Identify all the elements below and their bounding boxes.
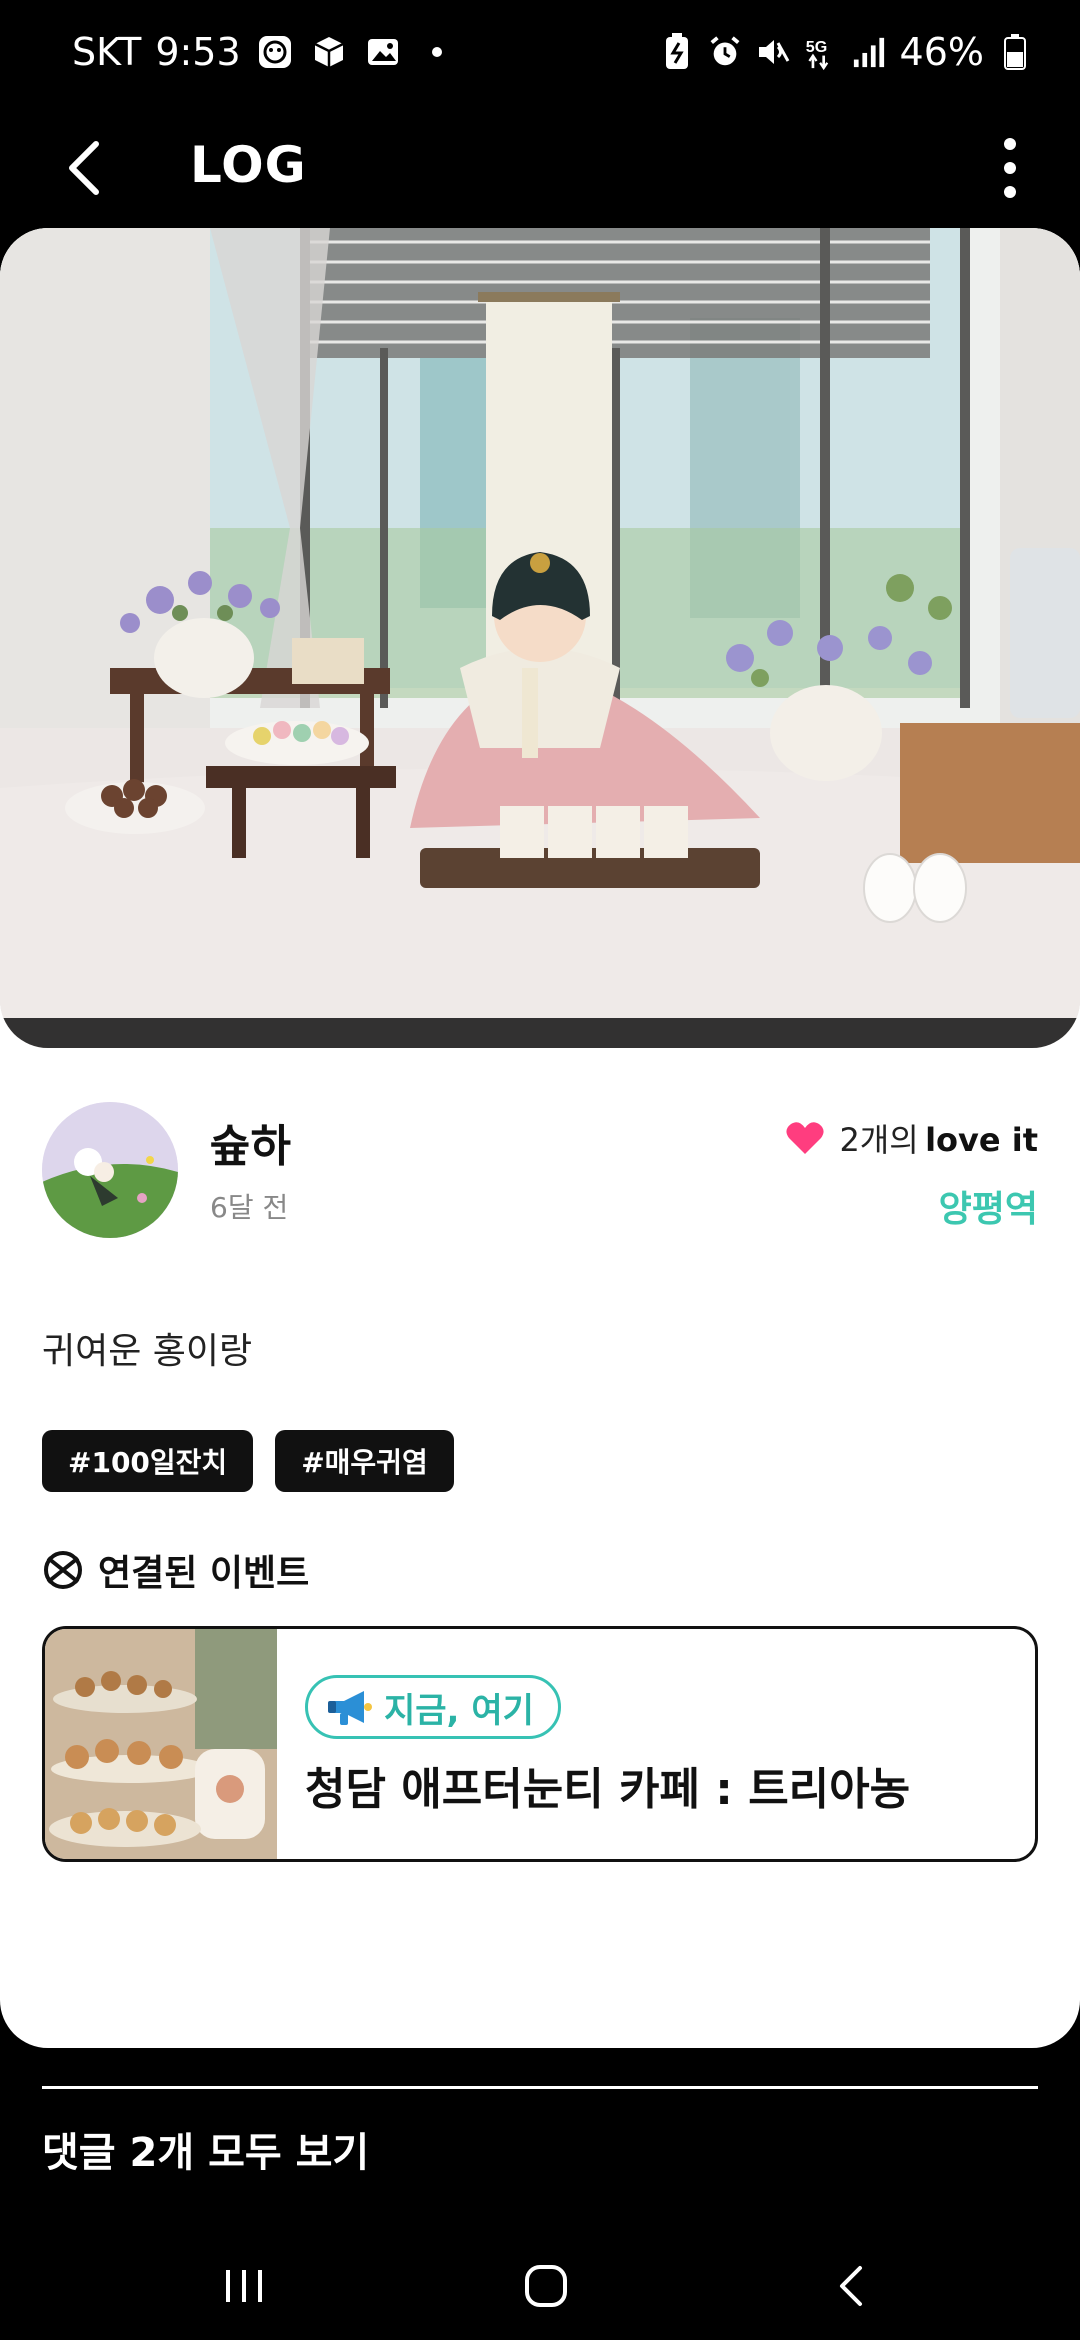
app-bar: LOG — [0, 108, 1080, 228]
carrier-label: SKT — [72, 30, 142, 74]
love-count: 2개의 — [839, 1121, 919, 1159]
love-it-button[interactable]: 2개의 love it — [785, 1110, 1038, 1166]
battery-saver-icon — [660, 32, 694, 72]
alarm-icon — [708, 32, 742, 72]
location-link[interactable]: 양평역 — [939, 1180, 1038, 1232]
recent-apps-icon — [226, 2270, 262, 2302]
linked-events-label: 연결된 이벤트 — [98, 1553, 310, 1594]
battery-percent: 46% — [899, 30, 984, 74]
heart-icon — [786, 1122, 825, 1154]
love-label: love it — [925, 1121, 1038, 1159]
mute-icon — [756, 32, 790, 72]
event-title: 청담 애프터눈티 카페 : 트리아농 — [305, 1764, 911, 1815]
sticker-icon — [255, 32, 295, 72]
event-badge: 지금, 여기 — [305, 1675, 561, 1739]
signal-icon — [852, 32, 886, 72]
avatar[interactable] — [42, 1102, 178, 1238]
chevron-left-icon — [69, 141, 99, 195]
home-icon — [525, 2265, 567, 2307]
tag-100day-party[interactable]: #100일잔치 — [42, 1430, 254, 1492]
event-body: 지금, 여기 청담 애프터눈티 카페 : 트리아농 — [277, 1629, 1035, 1859]
linked-event-card[interactable]: 지금, 여기 청담 애프터눈티 카페 : 트리아농 — [42, 1626, 1038, 1862]
status-left: SKT 9:53 — [72, 28, 457, 76]
event-badge-label: 지금, 여기 — [384, 1690, 534, 1731]
status-right: 5G 46% — [660, 28, 1032, 76]
5g-icon: 5G — [804, 32, 838, 72]
author-name[interactable]: 슢하 — [210, 1110, 291, 1174]
more-vertical-icon — [1004, 138, 1016, 198]
svg-text:5G: 5G — [805, 38, 826, 56]
tag-list: #100일잔치 #매우귀염 — [42, 1430, 454, 1492]
dot-icon — [417, 32, 457, 72]
more-options-button[interactable] — [980, 128, 1040, 208]
post-card: 슢하 6달 전 2개의 love it 양평역 귀여운 홍이랑 #100일잔치 … — [0, 228, 1080, 2048]
post-photo[interactable] — [0, 228, 1080, 1048]
link-rings-icon — [44, 1551, 82, 1589]
back-button[interactable] — [44, 128, 124, 208]
page-title: LOG — [190, 136, 307, 194]
status-bar: SKT 9:53 5G 46% — [0, 0, 1080, 108]
recent-apps-button[interactable] — [184, 2242, 304, 2330]
home-button[interactable] — [486, 2242, 606, 2330]
gallery-icon — [363, 32, 403, 72]
megaphone-icon — [328, 1691, 372, 1725]
divider — [42, 2086, 1038, 2089]
system-back-button[interactable] — [790, 2242, 910, 2330]
system-nav-bar — [0, 2232, 1080, 2340]
box-icon — [309, 32, 349, 72]
linked-events-heading: 연결된 이벤트 — [42, 1544, 309, 1596]
post-caption: 귀여운 홍이랑 — [42, 1331, 253, 1372]
tag-very-cute[interactable]: #매우귀염 — [275, 1430, 454, 1492]
event-thumbnail — [45, 1629, 277, 1859]
view-all-comments-link[interactable]: 댓글 2개 모두 보기 — [42, 2120, 369, 2178]
battery-icon — [998, 32, 1032, 72]
post-time: 6달 전 — [210, 1191, 289, 1224]
back-icon — [840, 2266, 862, 2306]
clock: 9:53 — [155, 30, 241, 74]
